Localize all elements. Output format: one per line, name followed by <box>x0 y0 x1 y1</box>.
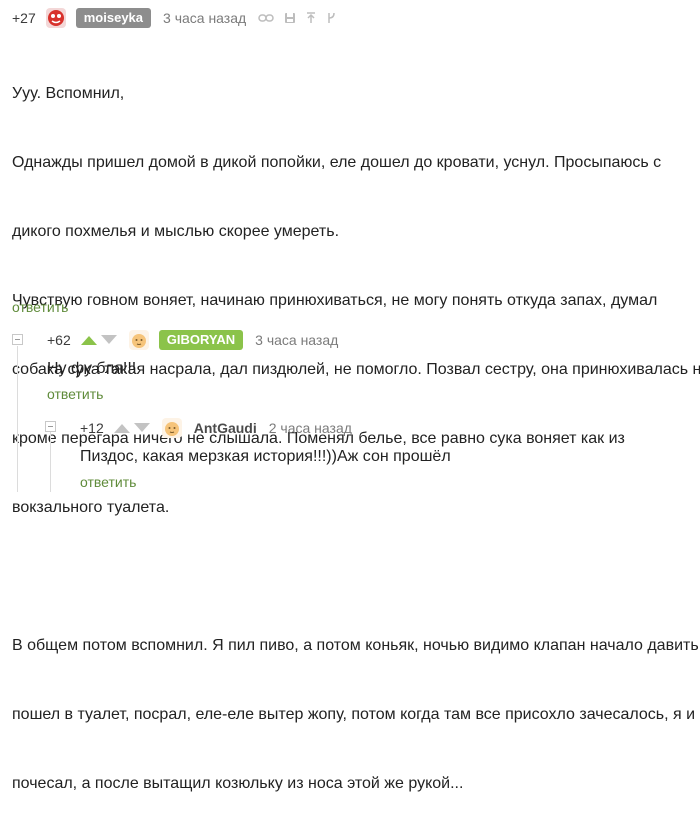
branch-icon[interactable] <box>326 12 336 24</box>
downvote-button[interactable] <box>100 335 117 345</box>
downvote-button[interactable] <box>133 423 150 433</box>
avatar[interactable] <box>45 8 66 28</box>
comment-header: +62 GIBORYAN 3 часа назад <box>47 328 338 352</box>
comment-header: +27 moiseyka 3 часа назад <box>12 8 336 28</box>
comment-text: Пиздос, какая мерзкая история!!!))Аж сон… <box>80 448 451 465</box>
username[interactable]: AntGaudi <box>194 420 257 436</box>
link-icon[interactable] <box>258 13 274 23</box>
comment-line: вокзального туалета. <box>12 499 170 516</box>
comment-rating: +62 <box>47 332 71 348</box>
reply-link[interactable]: ответить <box>47 386 103 402</box>
comment-line: В общем потом вспомнил. Я пил пиво, а по… <box>12 637 699 654</box>
comment-time[interactable]: 2 часа назад <box>269 420 352 436</box>
upvote-button[interactable] <box>113 423 130 433</box>
reply-link[interactable]: ответить <box>80 474 136 490</box>
comment-text: Ну фу бля!!! <box>47 360 137 377</box>
comment-line <box>12 565 700 588</box>
comment-header: +12 AntGaudi 2 часа назад <box>80 416 352 440</box>
comment-line: Чувствую говном воняет, начинаю принюхив… <box>12 292 658 309</box>
comment-line: Однажды пришел домой в дикой попойки, ел… <box>12 154 662 171</box>
comment-rating: +27 <box>12 10 36 26</box>
username-badge[interactable]: moiseyka <box>75 8 152 28</box>
username-badge[interactable]: GIBORYAN <box>158 330 244 350</box>
scroll-up-icon[interactable] <box>306 12 316 24</box>
reply-link[interactable]: ответить <box>12 299 68 315</box>
comment-line: почесал, а после вытащил козюльку из нос… <box>12 775 464 792</box>
comment-time[interactable]: 3 часа назад <box>255 332 338 348</box>
avatar[interactable] <box>161 418 182 438</box>
comment-line: пошел в туалет, посрал, еле-еле вытер жо… <box>12 706 696 723</box>
comment-line: Ууу. Вспомнил, <box>12 85 125 102</box>
collapse-button[interactable] <box>12 334 23 345</box>
comment-line: дикого похмелья и мыслью скорее умереть. <box>12 223 340 240</box>
thread-line <box>50 432 51 492</box>
comment-time[interactable]: 3 часа назад <box>163 10 246 26</box>
thread-line <box>17 346 18 492</box>
avatar[interactable] <box>128 330 149 350</box>
save-icon[interactable] <box>284 12 296 24</box>
comment-rating: +12 <box>80 420 104 436</box>
upvote-button[interactable] <box>80 335 97 345</box>
collapse-button[interactable] <box>45 421 56 432</box>
